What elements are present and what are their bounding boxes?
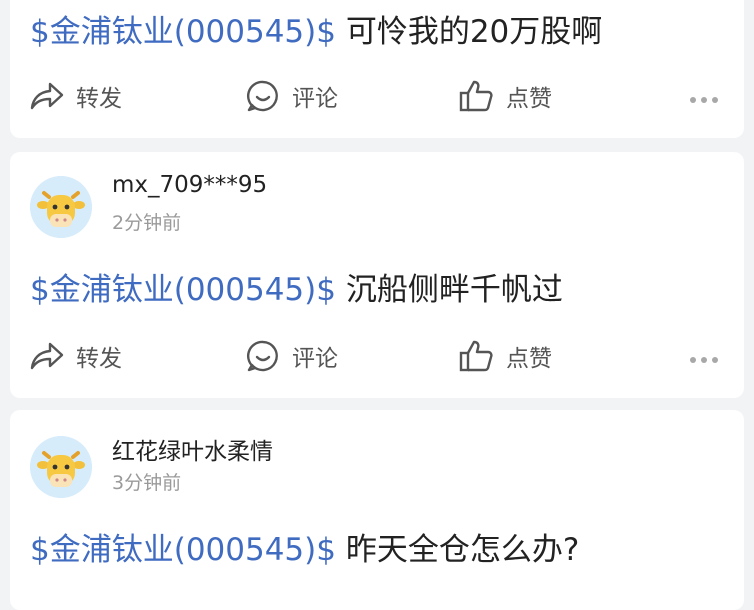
more-icon <box>690 83 723 109</box>
forward-button[interactable]: 转发 <box>30 76 122 116</box>
post-card[interactable]: 红花绿叶水柔情 3分钟前 $金浦钛业(000545)$ 昨天全仓怎么办? <box>10 410 744 610</box>
like-label: 点赞 <box>506 346 552 372</box>
username[interactable]: mx_709***95 <box>112 172 267 198</box>
comment-label: 评论 <box>292 86 338 112</box>
comment-button[interactable]: 评论 <box>246 76 338 116</box>
post-card[interactable]: $金浦钛业(000545)$ 可怜我的20万股啊 转发 评论 点赞 <box>10 0 744 138</box>
like-button[interactable]: 点赞 <box>458 76 552 116</box>
forward-button[interactable]: 转发 <box>30 336 122 376</box>
post-text[interactable]: $金浦钛业(000545)$ 沉船侧畔千帆过 <box>30 264 563 309</box>
timestamp: 3分钟前 <box>112 472 182 494</box>
like-button[interactable]: 点赞 <box>458 336 552 376</box>
like-icon <box>459 80 493 112</box>
like-label: 点赞 <box>506 86 552 112</box>
like-icon <box>459 340 493 372</box>
avatar[interactable] <box>30 176 92 238</box>
stock-link[interactable]: $金浦钛业(000545)$ <box>30 532 336 568</box>
avatar[interactable] <box>30 436 92 498</box>
post-text[interactable]: $金浦钛业(000545)$ 可怜我的20万股啊 <box>30 6 602 51</box>
post-body: 沉船侧畔千帆过 <box>335 272 563 308</box>
comment-icon <box>247 340 278 372</box>
cow-avatar-icon <box>30 176 92 238</box>
comment-label: 评论 <box>292 346 338 372</box>
more-button[interactable] <box>690 336 723 376</box>
more-icon <box>690 343 723 369</box>
forward-label: 转发 <box>76 346 122 372</box>
post-actions: 转发 评论 点赞 <box>10 76 744 116</box>
more-button[interactable] <box>690 76 723 116</box>
forward-icon <box>30 342 64 370</box>
forward-label: 转发 <box>76 86 122 112</box>
forward-icon <box>30 82 64 110</box>
post-actions: 转发 评论 点赞 <box>10 336 744 376</box>
post-text[interactable]: $金浦钛业(000545)$ 昨天全仓怎么办? <box>30 524 579 569</box>
timestamp: 2分钟前 <box>112 212 182 234</box>
comment-button[interactable]: 评论 <box>246 336 338 376</box>
cow-avatar-icon <box>30 436 92 498</box>
comment-icon <box>247 80 278 112</box>
post-card[interactable]: mx_709***95 2分钟前 $金浦钛业(000545)$ 沉船侧畔千帆过 … <box>10 152 744 398</box>
post-body: 可怜我的20万股啊 <box>335 14 603 50</box>
post-body: 昨天全仓怎么办? <box>335 532 580 568</box>
username[interactable]: 红花绿叶水柔情 <box>112 432 273 466</box>
stock-link[interactable]: $金浦钛业(000545)$ <box>30 14 336 50</box>
stock-link[interactable]: $金浦钛业(000545)$ <box>30 272 336 308</box>
